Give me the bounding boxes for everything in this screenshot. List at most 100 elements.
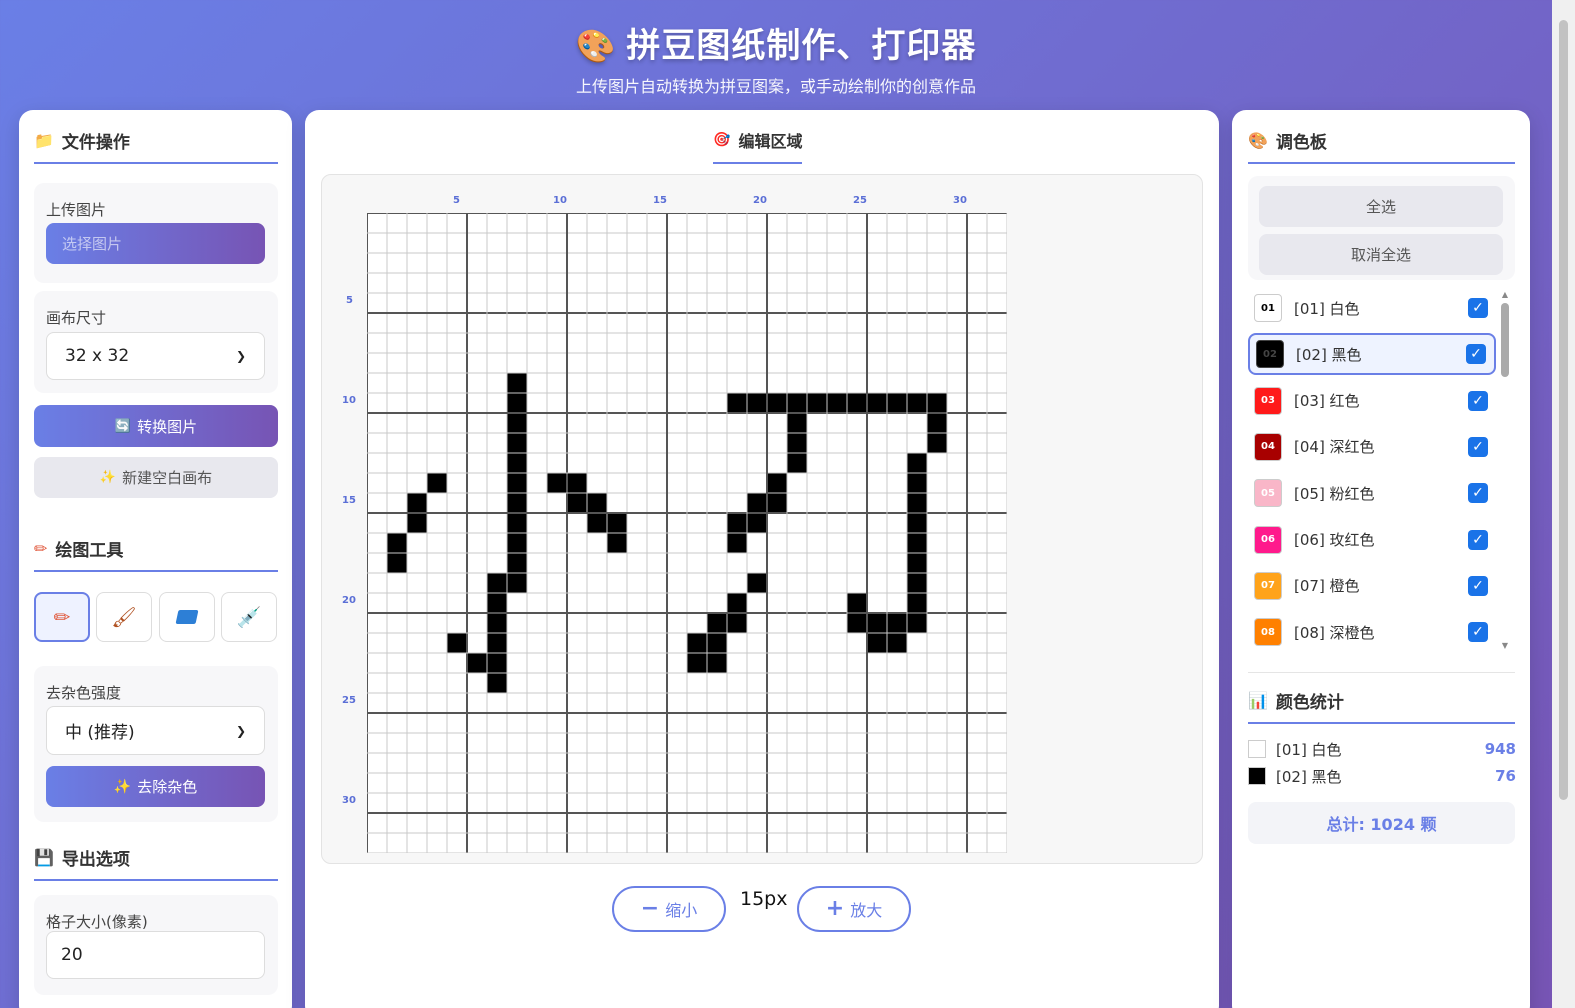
bead-cell[interactable] (487, 653, 507, 673)
bead-cell[interactable] (507, 433, 527, 453)
bead-cell[interactable] (487, 593, 507, 613)
bead-cell[interactable] (387, 553, 407, 573)
zoom-out-button[interactable]: − 缩小 (612, 886, 726, 932)
palette-item[interactable]: 03 [03] 红色 ✓ (1248, 380, 1496, 422)
bead-cell[interactable] (787, 413, 807, 433)
bead-cell[interactable] (887, 613, 907, 633)
bead-cell[interactable] (787, 453, 807, 473)
bead-cell[interactable] (507, 453, 527, 473)
bead-cell[interactable] (827, 393, 847, 413)
bead-cell[interactable] (487, 573, 507, 593)
bead-cell[interactable] (427, 473, 447, 493)
bead-cell[interactable] (907, 593, 927, 613)
bead-cell[interactable] (887, 633, 907, 653)
bead-cell[interactable] (587, 493, 607, 513)
bead-cell[interactable] (687, 653, 707, 673)
scroll-down-icon[interactable]: ▼ (1500, 641, 1510, 650)
tool-eraser[interactable] (159, 592, 215, 642)
bead-cell[interactable] (727, 513, 747, 533)
bead-cell[interactable] (867, 393, 887, 413)
page-scrollbar[interactable] (1552, 0, 1575, 1008)
cell-size-input[interactable]: 20 (46, 931, 265, 979)
bead-cell[interactable] (487, 613, 507, 633)
bead-cell[interactable] (727, 593, 747, 613)
bead-cell[interactable] (907, 613, 927, 633)
bead-cell[interactable] (507, 513, 527, 533)
bead-cell[interactable] (907, 573, 927, 593)
color-checkbox[interactable]: ✓ (1468, 298, 1488, 318)
bead-cell[interactable] (607, 533, 627, 553)
bead-cell[interactable] (467, 653, 487, 673)
color-checkbox[interactable]: ✓ (1468, 575, 1488, 596)
bead-cell[interactable] (487, 673, 507, 693)
tool-eyedropper[interactable]: 💉 (221, 592, 277, 642)
bead-cell[interactable] (767, 393, 787, 413)
bead-cell[interactable] (747, 513, 767, 533)
palette-item[interactable]: 06 [06] 玫红色 ✓ (1248, 519, 1496, 561)
page-scroll-thumb[interactable] (1559, 20, 1568, 800)
scroll-up-icon[interactable]: ▲ (1500, 290, 1510, 299)
bead-cell[interactable] (687, 633, 707, 653)
bead-cell[interactable] (787, 393, 807, 413)
color-checkbox[interactable]: ✓ (1466, 344, 1486, 365)
palette-item[interactable]: 02 [02] 黑色 ✓ (1248, 333, 1496, 376)
bead-cell[interactable] (447, 633, 467, 653)
bead-cell[interactable] (807, 393, 827, 413)
palette-item[interactable]: 04 [04] 深红色 ✓ (1248, 426, 1496, 468)
bead-cell[interactable] (407, 513, 427, 533)
tool-pencil[interactable]: ✏ (34, 592, 90, 642)
bead-cell[interactable] (907, 493, 927, 513)
bead-cell[interactable] (567, 473, 587, 493)
new-canvas-button[interactable]: ✨ 新建空白画布 (34, 457, 278, 498)
bead-cell[interactable] (727, 613, 747, 633)
color-checkbox[interactable]: ✓ (1468, 390, 1488, 411)
color-checkbox[interactable]: ✓ (1468, 622, 1488, 643)
bead-cell[interactable] (747, 393, 767, 413)
scroll-thumb[interactable] (1501, 303, 1509, 377)
bead-cell[interactable] (607, 513, 627, 533)
bead-cell[interactable] (787, 433, 807, 453)
bead-cell[interactable] (867, 633, 887, 653)
bead-cell[interactable] (847, 593, 867, 613)
palette-item[interactable]: 08 [08] 深橙色 ✓ (1248, 611, 1496, 653)
bead-cell[interactable] (507, 373, 527, 393)
bead-grid[interactable] (367, 213, 1007, 853)
bead-cell[interactable] (927, 413, 947, 433)
bead-cell[interactable] (727, 393, 747, 413)
bead-cell[interactable] (847, 393, 867, 413)
bead-cell[interactable] (747, 493, 767, 513)
color-checkbox[interactable]: ✓ (1468, 436, 1488, 457)
canvas-size-select[interactable]: 32 x 32 ❯ (46, 332, 265, 380)
bead-cell[interactable] (907, 553, 927, 573)
bead-cell[interactable] (567, 493, 587, 513)
convert-image-button[interactable]: 🔄 转换图片 (34, 405, 278, 447)
bead-cell[interactable] (507, 533, 527, 553)
bead-cell[interactable] (387, 533, 407, 553)
bead-cell[interactable] (927, 433, 947, 453)
bead-cell[interactable] (867, 613, 887, 633)
bead-cell[interactable] (507, 393, 527, 413)
bead-cell[interactable] (407, 493, 427, 513)
bead-cell[interactable] (507, 493, 527, 513)
select-all-button[interactable]: 全选 (1259, 186, 1503, 227)
bead-cell[interactable] (907, 473, 927, 493)
bead-cell[interactable] (727, 533, 747, 553)
bead-cell[interactable] (507, 573, 527, 593)
bead-cell[interactable] (707, 633, 727, 653)
bead-cell[interactable] (507, 473, 527, 493)
palette-item[interactable]: 07 [07] 橙色 ✓ (1248, 565, 1496, 607)
bead-cell[interactable] (847, 613, 867, 633)
denoise-button[interactable]: ✨ 去除杂色 (46, 766, 265, 807)
palette-item[interactable]: 05 [05] 粉红色 ✓ (1248, 472, 1496, 514)
denoise-select[interactable]: 中 (推荐) ❯ (46, 706, 265, 755)
deselect-all-button[interactable]: 取消全选 (1259, 234, 1503, 275)
bead-cell[interactable] (587, 513, 607, 533)
color-checkbox[interactable]: ✓ (1468, 529, 1488, 550)
bead-cell[interactable] (707, 613, 727, 633)
bead-cell[interactable] (907, 453, 927, 473)
palette-scrollbar[interactable]: ▲ ▼ (1500, 290, 1510, 650)
color-checkbox[interactable]: ✓ (1468, 483, 1488, 504)
bead-cell[interactable] (907, 513, 927, 533)
bead-cell[interactable] (707, 653, 727, 673)
tool-brush[interactable]: 🖌 (96, 592, 152, 642)
